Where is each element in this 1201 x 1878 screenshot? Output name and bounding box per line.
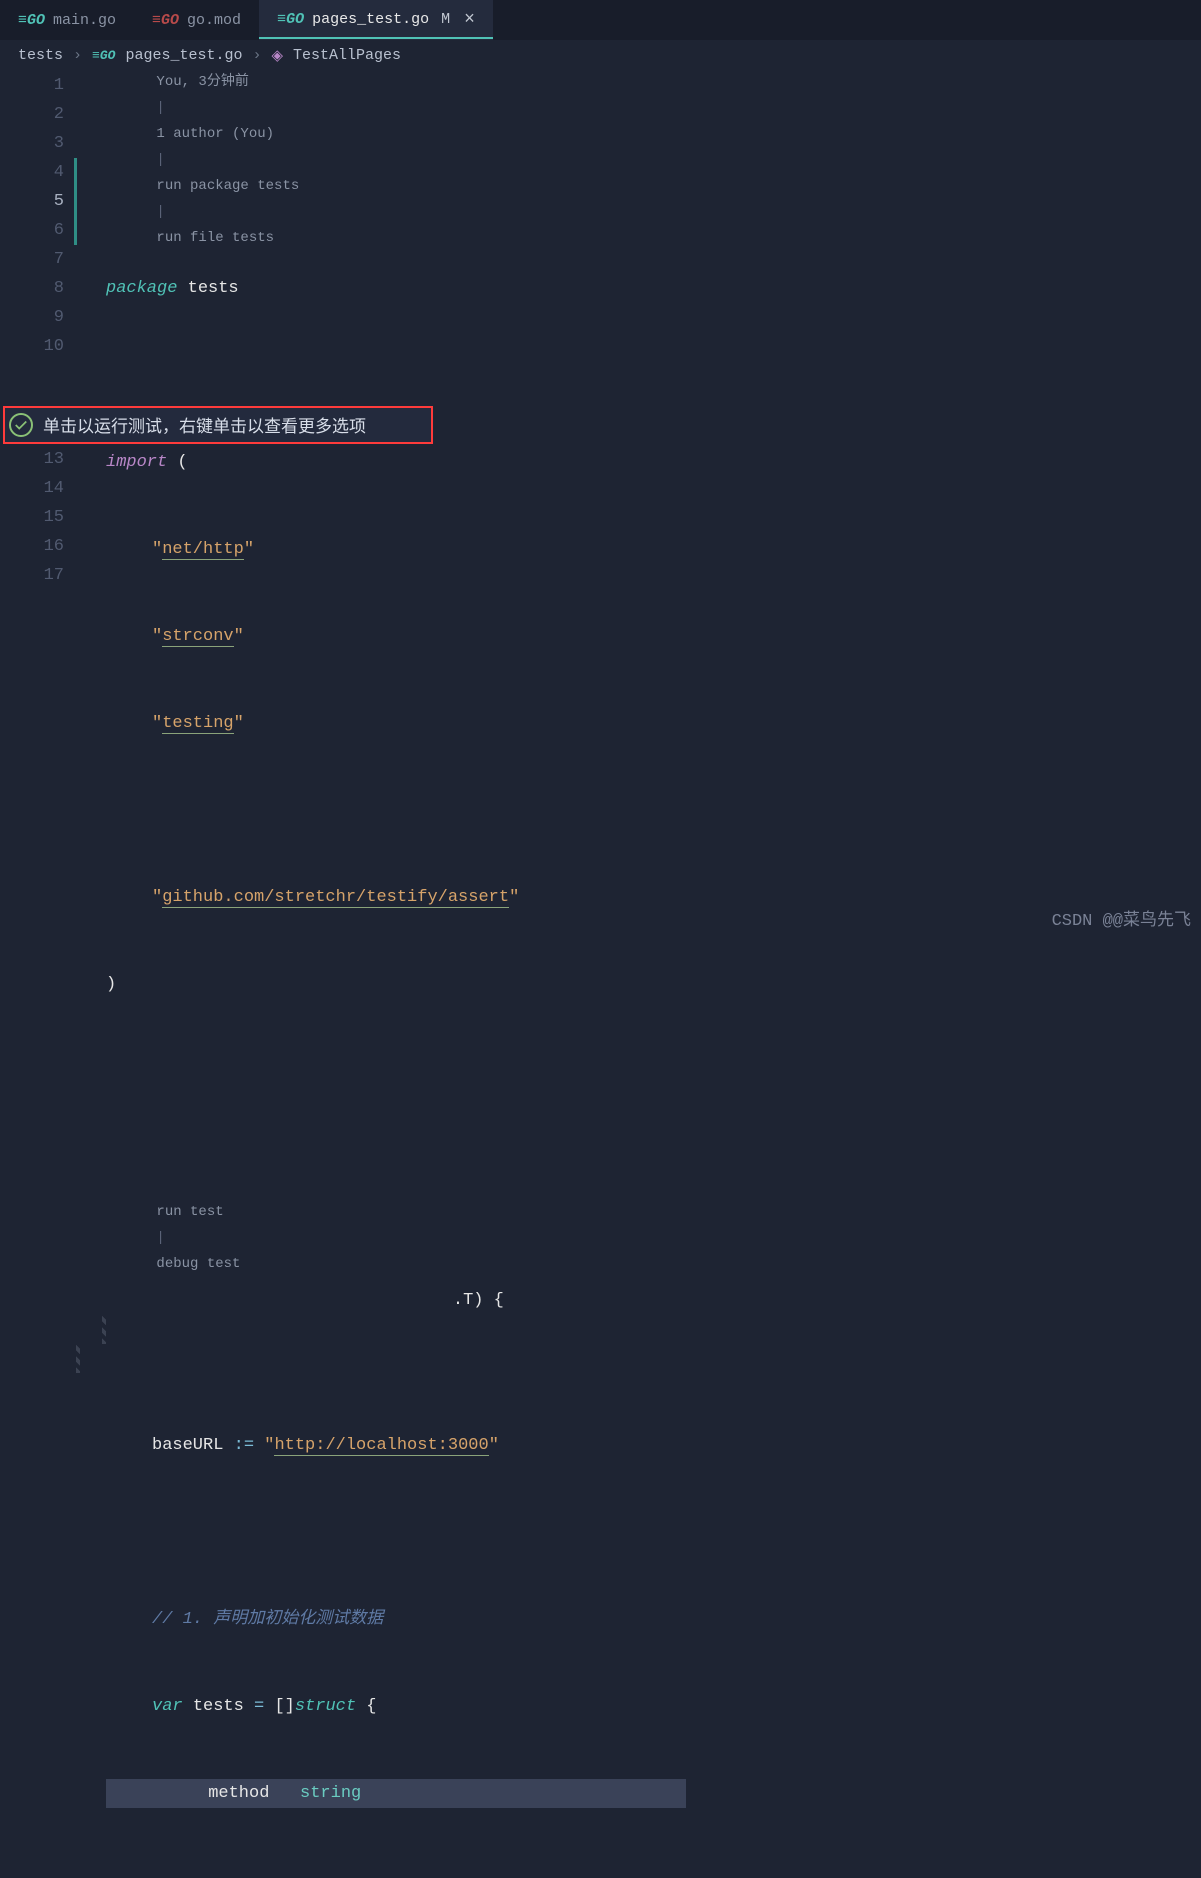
go-icon: ≡GO — [152, 12, 179, 29]
bottom-panel: 问题 输出 调试控制台 测试结果 终端 端口 GITLENS remote: T… — [0, 1872, 1201, 1878]
code-area[interactable]: You, 3分钟前 | 1 author (You) | run package… — [80, 71, 1201, 1866]
modified-indicator: M — [441, 11, 450, 28]
code-editor[interactable]: 1 2 3 4 5 6 7 8 9 10 12 13 14 15 16 17 Y… — [0, 71, 1201, 1866]
tab-label: go.mod — [187, 12, 241, 29]
tab-bar: ≡GO main.go ≡GO go.mod ≡GO pages_test.go… — [0, 0, 1201, 40]
tab-label: pages_test.go — [312, 11, 429, 28]
breadcrumb-symbol[interactable]: TestAllPages — [293, 47, 401, 64]
check-circle-icon — [9, 413, 33, 437]
codelens-runtest: run test | debug test — [106, 1173, 1181, 1199]
chevron-right-icon: › — [73, 47, 82, 64]
gutter: 1 2 3 4 5 6 7 8 9 10 12 13 14 15 16 17 — [0, 71, 80, 1866]
tab-label: main.go — [53, 12, 116, 29]
tab-main-go[interactable]: ≡GO main.go — [0, 0, 134, 40]
breadcrumb-folder[interactable]: tests — [18, 47, 63, 64]
run-test-tooltip[interactable]: 单击以运行测试，右键单击以查看更多选项 — [3, 406, 433, 444]
tab-go-mod[interactable]: ≡GO go.mod — [134, 0, 259, 40]
panel-tab-bar: 问题 输出 调试控制台 测试结果 终端 端口 GITLENS — [0, 1872, 1201, 1878]
close-icon[interactable]: × — [464, 10, 475, 30]
tooltip-text: 单击以运行测试，右键单击以查看更多选项 — [43, 412, 366, 438]
go-icon: ≡GO — [277, 11, 304, 28]
tab-pages-test-go[interactable]: ≡GO pages_test.go M × — [259, 0, 493, 40]
codelens-top: You, 3分钟前 | 1 author (You) | run package… — [106, 43, 299, 69]
go-icon: ≡GO — [18, 12, 45, 29]
watermark: CSDN @@菜鸟先飞 — [1052, 905, 1191, 931]
line-number: 1 — [0, 71, 64, 100]
